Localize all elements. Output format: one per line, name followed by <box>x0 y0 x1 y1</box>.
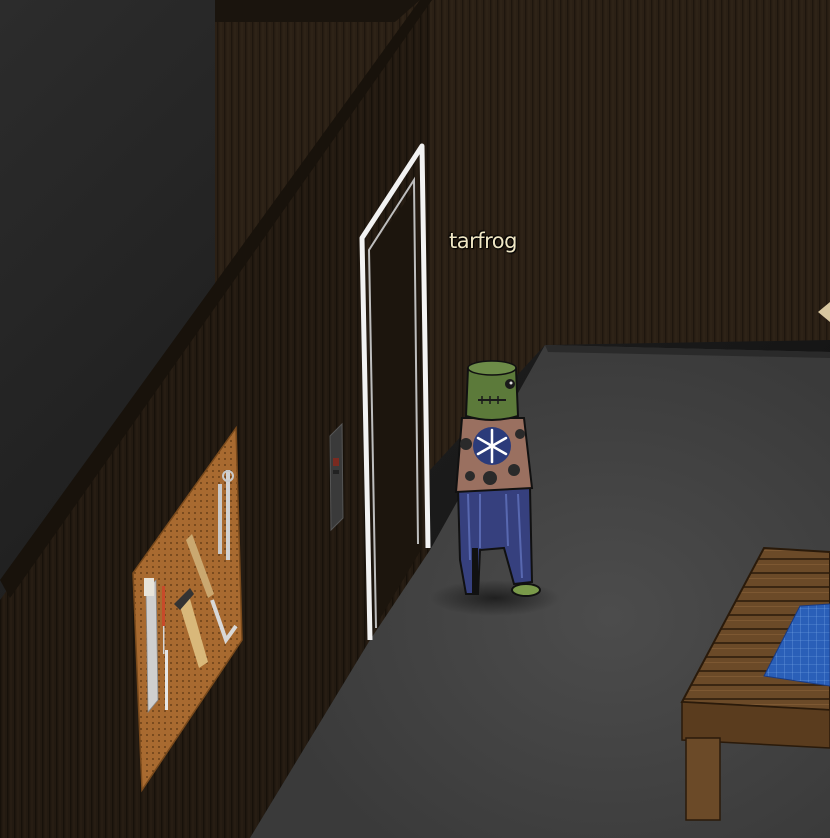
ceiling-beam <box>215 0 420 22</box>
room-scene[interactable] <box>0 0 830 838</box>
wall-switch-panel[interactable] <box>329 422 344 532</box>
avatar-shadow <box>430 580 560 616</box>
game-viewport[interactable]: tarfrog <box>0 0 830 838</box>
player-name-tag[interactable]: tarfrog <box>449 229 517 253</box>
